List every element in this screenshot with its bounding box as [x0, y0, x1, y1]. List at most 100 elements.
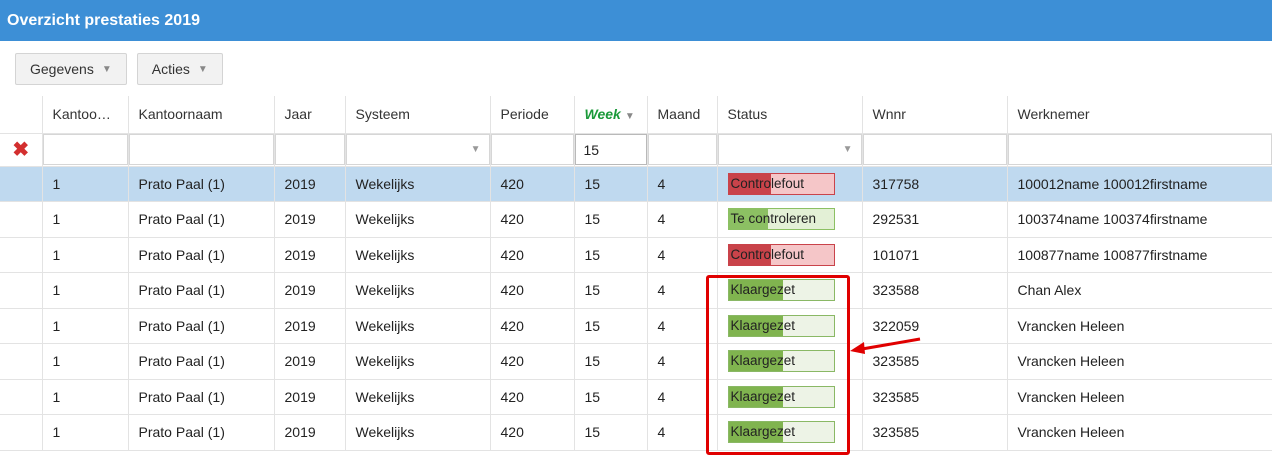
col-header-maand[interactable]: Maand	[647, 96, 718, 134]
gegevens-dropdown-button[interactable]: Gegevens ▼	[15, 53, 127, 85]
table-row[interactable]: 1 Prato Paal (1) 2019 Wekelijks 420 15 4 Contro…	[0, 166, 1272, 202]
table-row[interactable]: 1 Prato Paal (1) 2019 Wekelijks 420 15 4 Te con…	[0, 201, 1272, 238]
cell-kantoor: 1	[42, 343, 129, 380]
filter-wnnr-input[interactable]	[862, 134, 1006, 165]
cell-kantoor: 1	[42, 414, 129, 451]
table-row[interactable]: 1 Prato Paal (1) 2019 Wekelijks 420 15 4 Klaarg…	[0, 343, 1272, 380]
cell-kantoor: 1	[42, 237, 129, 273]
annotation-arrow-icon	[850, 337, 921, 354]
table-row[interactable]: 1 Prato Paal (1) 2019 Wekelijks 420 15 4 Klaarg…	[0, 379, 1272, 415]
table-row[interactable]: 1 Prato Paal (1) 2019 Wekelijks 420 15 4 Klaarg…	[0, 414, 1272, 451]
filter-kantoornaam-input[interactable]	[128, 134, 273, 165]
status-badge: Controlefout	[727, 172, 835, 195]
table-row[interactable]: 1 Prato Paal (1) 2019 Wekelijks 420 15 4 Klaarg…	[0, 272, 1272, 309]
cell-werknemer: Chan Alex	[1007, 272, 1272, 309]
filter-werknemer-input[interactable]	[1007, 134, 1271, 165]
cell-werknemer: 100012name 100012firstname	[1007, 166, 1272, 202]
cell-status: Te controleren	[717, 201, 863, 238]
col-header-week[interactable]: Week ▼	[574, 96, 648, 134]
status-label: Klaargezet	[730, 353, 796, 369]
table-row[interactable]: 1 Prato Paal (1) 2019 Wekelijks 420 15 4 Contro…	[0, 237, 1272, 273]
filter-kantoor-input[interactable]	[42, 134, 127, 165]
cell-kantoornaam: Prato Paal (1)	[128, 308, 275, 344]
filter-week-input[interactable]: 15	[574, 134, 646, 165]
filter-periode-input[interactable]	[490, 134, 573, 165]
grid-body: 1 Prato Paal (1) 2019 Wekelijks 420 15 4 Contro…	[0, 166, 1272, 451]
cell-maand: 4	[647, 166, 718, 202]
cell-week: 15	[574, 272, 648, 309]
filter-status-select[interactable]: ▼	[717, 134, 861, 165]
chevron-down-icon: ▼	[101, 63, 112, 75]
status-badge: Te controleren	[727, 208, 835, 231]
col-header-wnnr[interactable]: Wnnr	[862, 96, 1008, 134]
cell-status: Klaargezet	[717, 379, 863, 415]
cell-werknemer: Vrancken Heleen	[1007, 379, 1272, 415]
acties-label: Acties	[151, 61, 190, 77]
toolbar: Gegevens ▼ Acties ▼	[15, 53, 223, 87]
cell-periode: 420	[490, 166, 575, 202]
table-row[interactable]: 1 Prato Paal (1) 2019 Wekelijks 420 15 4 Klaarg…	[0, 308, 1272, 344]
status-label: Klaargezet	[730, 388, 796, 404]
cell-status: Klaargezet	[717, 272, 863, 309]
row-selector-cell	[0, 343, 43, 380]
status-badge: Klaargezet	[727, 350, 835, 373]
status-label: Klaargezet	[730, 317, 796, 333]
chevron-down-icon: ▼	[842, 144, 853, 155]
status-label: Controlefout	[730, 175, 805, 191]
cell-wnnr: 292531	[862, 201, 1008, 238]
filter-maand-input[interactable]	[647, 134, 716, 165]
row-selector-cell	[0, 201, 43, 238]
cell-systeem: Wekelijks	[345, 414, 491, 451]
cell-maand: 4	[647, 308, 718, 344]
col-header-werknemer[interactable]: Werknemer	[1007, 96, 1272, 134]
clear-filter-icon[interactable]: ✖	[0, 134, 41, 166]
cell-kantoornaam: Prato Paal (1)	[128, 379, 275, 415]
cell-week: 15	[574, 308, 648, 344]
cell-systeem: Wekelijks	[345, 166, 491, 202]
cell-kantoornaam: Prato Paal (1)	[128, 237, 275, 273]
filter-jaar-input[interactable]	[274, 134, 344, 165]
status-badge: Klaargezet	[727, 385, 835, 408]
cell-week: 15	[574, 414, 648, 451]
clear-filters-cell: ✖	[0, 133, 43, 167]
row-selector-cell	[0, 272, 43, 309]
sort-chevron-icon[interactable]: ▼	[625, 111, 635, 122]
cell-kantoornaam: Prato Paal (1)	[128, 414, 275, 451]
acties-dropdown-button[interactable]: Acties ▼	[136, 53, 223, 85]
status-badge: Klaargezet	[727, 421, 835, 444]
cell-wnnr: 323585	[862, 379, 1008, 415]
cell-kantoor: 1	[42, 201, 129, 238]
cell-systeem: Wekelijks	[345, 308, 491, 344]
cell-kantoornaam: Prato Paal (1)	[128, 166, 275, 202]
cell-werknemer: 100374name 100374firstname	[1007, 201, 1272, 238]
cell-kantoor: 1	[42, 308, 129, 344]
col-header-systeem[interactable]: Systeem	[345, 96, 491, 134]
row-selector-cell	[0, 166, 43, 202]
filter-systeem-select[interactable]: ▼	[345, 134, 489, 165]
cell-wnnr: 323588	[862, 272, 1008, 309]
cell-periode: 420	[490, 379, 575, 415]
cell-kantoornaam: Prato Paal (1)	[128, 201, 275, 238]
col-header-jaar[interactable]: Jaar	[274, 96, 346, 134]
cell-week: 15	[574, 343, 648, 380]
cell-periode: 420	[490, 237, 575, 273]
status-label: Klaargezet	[730, 282, 796, 298]
col-header-status[interactable]: Status	[717, 96, 863, 134]
cell-systeem: Wekelijks	[345, 201, 491, 238]
cell-kantoor: 1	[42, 166, 129, 202]
cell-status: Klaargezet	[717, 343, 863, 380]
cell-wnnr: 317758	[862, 166, 1008, 202]
cell-periode: 420	[490, 201, 575, 238]
week-header-label: Week	[584, 106, 621, 123]
cell-jaar: 2019	[274, 343, 346, 380]
cell-jaar: 2019	[274, 308, 346, 344]
cell-status: Controlefout	[717, 166, 863, 202]
col-header-kantoor[interactable]: Kantoo…	[42, 96, 129, 134]
col-header-kantoornaam[interactable]: Kantoornaam	[128, 96, 275, 134]
cell-periode: 420	[490, 414, 575, 451]
cell-status: Klaargezet	[717, 308, 863, 344]
col-header-periode[interactable]: Periode	[490, 96, 575, 134]
cell-jaar: 2019	[274, 272, 346, 309]
row-selector-cell	[0, 379, 43, 415]
cell-maand: 4	[647, 414, 718, 451]
